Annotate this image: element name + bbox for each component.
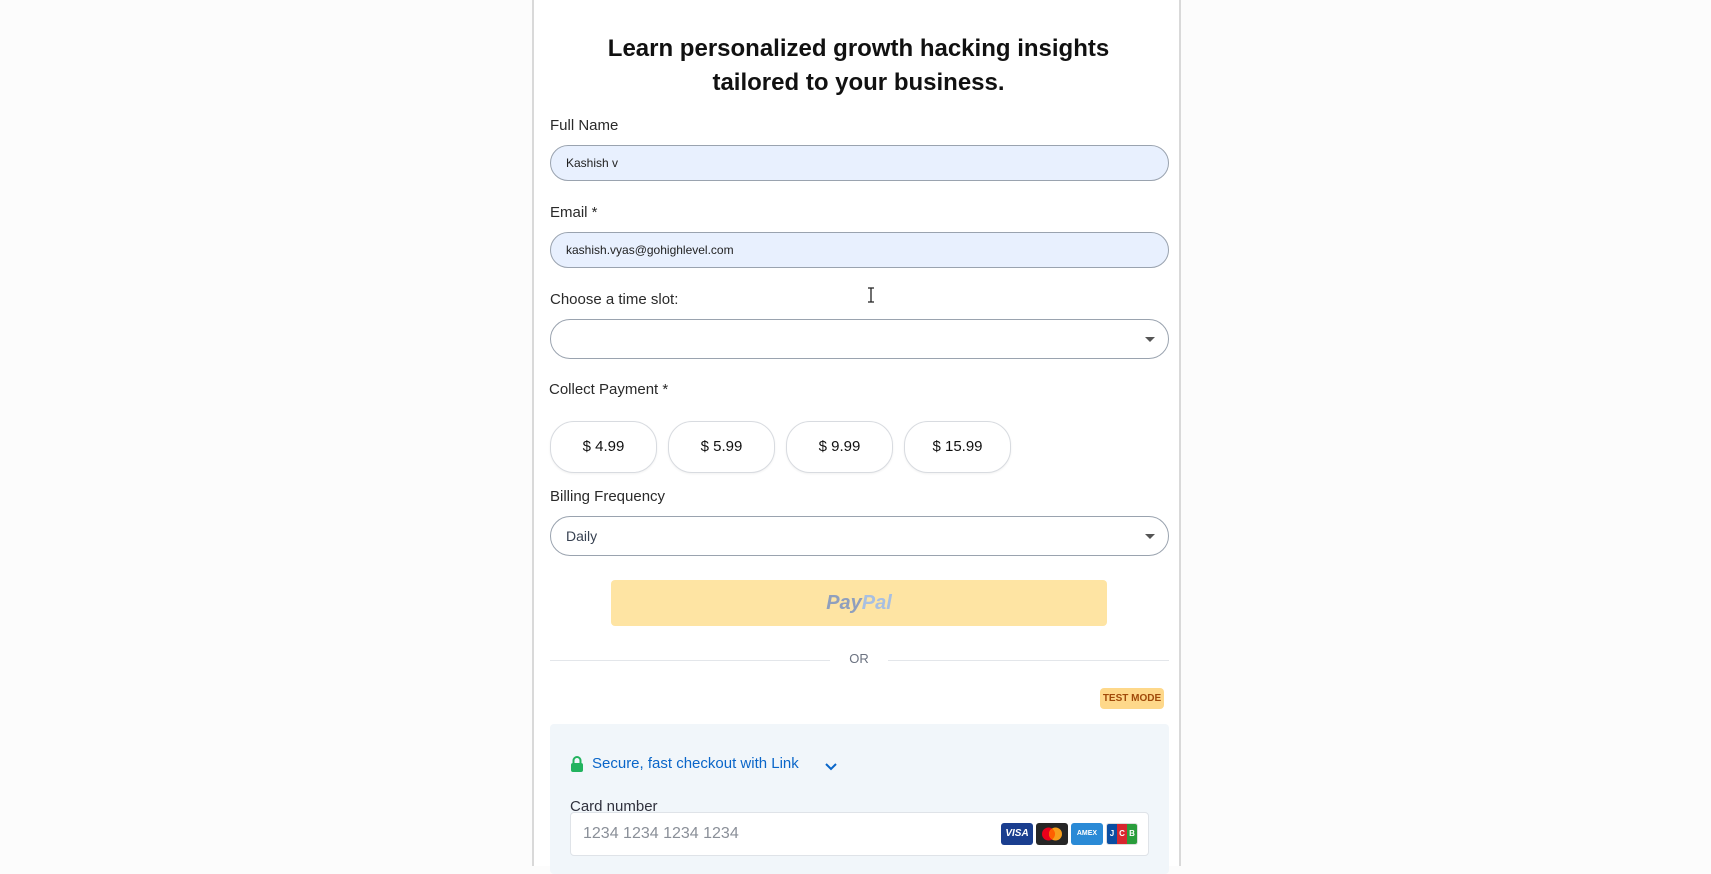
full-name-label: Full Name xyxy=(550,117,619,134)
divider-right xyxy=(888,660,1169,661)
text-cursor-icon xyxy=(868,287,874,303)
price-option-9-99[interactable]: $ 9.99 xyxy=(786,421,893,473)
card-number-placeholder: 1234 1234 1234 1234 xyxy=(583,825,739,842)
page-title: Learn personalized growth hacking insigh… xyxy=(607,35,1110,96)
mastercard-icon xyxy=(1036,823,1068,845)
amex-icon: AMEX xyxy=(1071,823,1103,845)
full-name-input[interactable]: Kashish v xyxy=(550,145,1169,181)
email-input[interactable]: kashish.vyas@gohighlevel.com xyxy=(550,232,1169,268)
paypal-logo-pay: Pay xyxy=(826,592,862,614)
price-option-4-99[interactable]: $ 4.99 xyxy=(550,421,657,473)
or-separator: OR xyxy=(849,651,869,666)
email-label: Email * xyxy=(550,204,598,221)
test-mode-badge: TEST MODE xyxy=(1100,688,1164,709)
chevron-down-icon xyxy=(1145,337,1155,342)
price-option-5-99[interactable]: $ 5.99 xyxy=(668,421,775,473)
billing-frequency-select[interactable]: Daily xyxy=(550,516,1169,556)
card-brands: VISA AMEX JCB xyxy=(1001,823,1138,845)
paypal-logo-pal: Pal xyxy=(861,592,892,614)
divider-left xyxy=(550,660,830,661)
stripe-payment-element: Secure, fast checkout with Link Card num… xyxy=(550,724,1169,874)
form-card: Learn personalized growth hacking insigh… xyxy=(532,0,1181,874)
chevron-down-icon xyxy=(824,758,838,778)
price-option-15-99[interactable]: $ 15.99 xyxy=(904,421,1011,473)
billing-frequency-value: Daily xyxy=(566,528,598,544)
time-slot-label: Choose a time slot: xyxy=(550,291,679,308)
paypal-button[interactable]: PayPal xyxy=(611,580,1107,626)
card-number-input[interactable]: 1234 1234 1234 1234 VISA AMEX JCB xyxy=(570,812,1149,856)
lock-icon xyxy=(570,756,584,778)
chevron-down-icon xyxy=(1145,534,1155,539)
jcb-icon: JCB xyxy=(1106,823,1138,845)
time-slot-select[interactable] xyxy=(550,319,1169,359)
link-checkout-text: Secure, fast checkout with Link xyxy=(592,755,799,772)
billing-frequency-label: Billing Frequency xyxy=(550,488,666,505)
visa-icon: VISA xyxy=(1001,823,1033,845)
collect-payment-label: Collect Payment * xyxy=(549,381,669,398)
